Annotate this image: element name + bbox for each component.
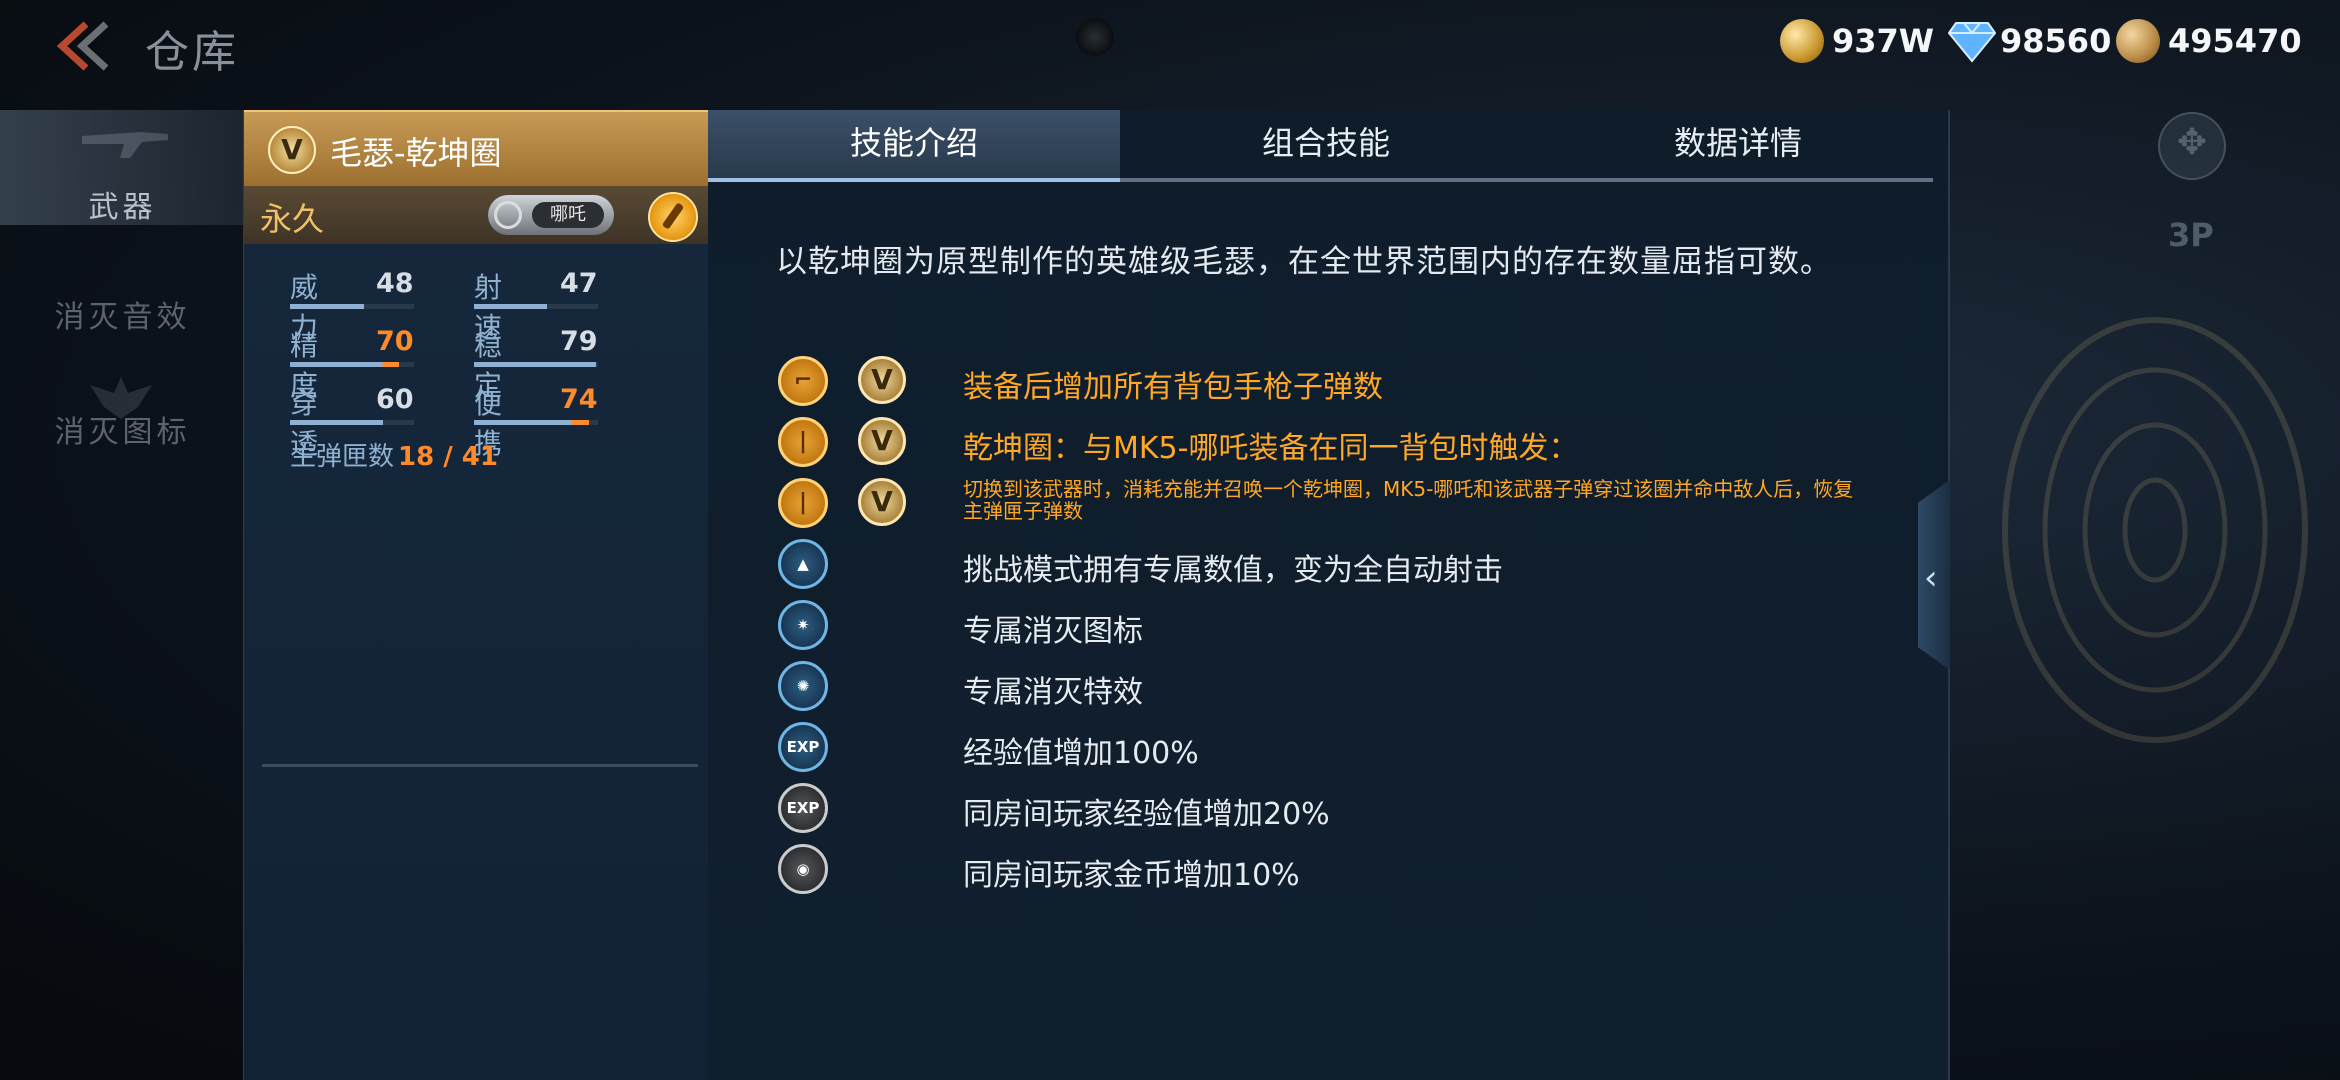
duration-bar: 永久 哪吒 bbox=[244, 186, 709, 244]
item-name: 毛瑟-乾坤圈 bbox=[330, 134, 502, 172]
top-bar: 仓库 937W 98560 495470 bbox=[0, 0, 2340, 90]
currency-gold[interactable]: 937W bbox=[1780, 18, 1934, 64]
nav-item-label: 消灭图标 bbox=[54, 415, 191, 450]
item-duration: 永久 bbox=[260, 200, 325, 238]
currency-gold-value: 937W bbox=[1832, 22, 1935, 60]
gear-icon bbox=[494, 201, 522, 229]
challenge-mode-icon: ▲ bbox=[778, 539, 828, 589]
gold-coin-icon bbox=[1780, 19, 1824, 63]
double-chevron-left-icon bbox=[56, 21, 109, 71]
stat-bar bbox=[290, 304, 414, 309]
currency-honor[interactable]: 495470 bbox=[2116, 18, 2302, 64]
item-name-bar: V 毛瑟-乾坤圈 bbox=[244, 110, 709, 188]
exp-icon: EXP bbox=[778, 722, 828, 772]
bullet-icon: | bbox=[778, 417, 828, 467]
ammo-value: 18 / 41 bbox=[398, 442, 498, 472]
stat-bar bbox=[290, 420, 414, 425]
skill-row: ✷ 专属消灭图标 bbox=[778, 598, 1928, 654]
diamond-icon bbox=[1947, 19, 1997, 63]
skill-detail-panel: 技能介绍 组合技能 数据详情 以乾坤圈为原型制作的英雄级毛瑟，在全世界范围内的存… bbox=[708, 110, 1950, 1080]
stat-bar bbox=[474, 420, 598, 425]
stat-value: 70 bbox=[376, 326, 414, 357]
partner-weapon-chip[interactable]: 哪吒 bbox=[488, 195, 614, 235]
skill-text: 专属消灭特效 bbox=[963, 675, 1143, 710]
ammo-label: 主弹匣数 bbox=[290, 442, 395, 472]
stat-value: 48 bbox=[376, 268, 414, 299]
skill-row: | V 乾坤圈：与MK5-哪吒装备在同一背包时触发： bbox=[778, 415, 1928, 471]
skill-row: EXP 经验值增加100% bbox=[778, 720, 1928, 776]
skill-row: ▲ 挑战模式拥有专属数值，变为全自动射击 bbox=[778, 537, 1928, 593]
tab-skill-intro[interactable]: 技能介绍 bbox=[708, 110, 1120, 182]
bullet-badge-icon[interactable] bbox=[648, 192, 698, 242]
currency-diamond-value: 98560 bbox=[2000, 22, 2112, 60]
room-gold-icon: ◉ bbox=[778, 844, 828, 894]
skill-text: 同房间玩家经验值增加20% bbox=[963, 797, 1330, 832]
honor-token-icon bbox=[2116, 19, 2160, 63]
v-rank-badge: V bbox=[858, 356, 906, 404]
stat-value: 60 bbox=[376, 384, 414, 415]
tab-bar: 技能介绍 组合技能 数据详情 bbox=[708, 110, 1933, 182]
stat-bar bbox=[474, 304, 598, 309]
collapse-panel-handle[interactable]: ‹ bbox=[1918, 480, 1950, 670]
stat-value: 47 bbox=[560, 268, 598, 299]
nav-item-kill-sound[interactable]: 消灭音效 bbox=[0, 240, 245, 355]
page-title: 仓库 bbox=[145, 27, 239, 78]
skill-row: ⌐ V 装备后增加所有背包手枪子弹数 bbox=[778, 354, 1928, 410]
nav-item-label: 武器 bbox=[88, 190, 157, 225]
nav-item-weapons[interactable]: 武器 bbox=[0, 110, 245, 225]
v-rank-badge: V bbox=[858, 417, 906, 465]
currency-diamond[interactable]: 98560 bbox=[1947, 18, 2112, 64]
tab-combo-skills[interactable]: 组合技能 bbox=[1120, 110, 1532, 178]
stat-value: 74 bbox=[560, 384, 598, 415]
back-button[interactable] bbox=[52, 18, 116, 74]
skill-text: 同房间玩家金币增加10% bbox=[963, 858, 1300, 893]
kill-icon-icon: ✷ bbox=[778, 600, 828, 650]
skill-text: 装备后增加所有背包手枪子弹数 bbox=[963, 370, 1383, 405]
rifle-icon bbox=[82, 132, 168, 158]
chevron-left-icon: ‹ bbox=[1924, 558, 1938, 598]
ammo-info: 主弹匣数 18 / 41 bbox=[290, 436, 498, 473]
nav-item-label: 消灭音效 bbox=[54, 300, 191, 335]
room-exp-icon: EXP bbox=[778, 783, 828, 833]
view-mode-toggle[interactable]: 3P bbox=[2168, 216, 2214, 254]
shooting-target-background bbox=[2002, 317, 2308, 743]
rotate-view-button[interactable] bbox=[2158, 112, 2226, 180]
stat-bar bbox=[474, 362, 598, 367]
skill-text: 乾坤圈：与MK5-哪吒装备在同一背包时触发： bbox=[963, 431, 1579, 466]
nav-item-kill-icon[interactable]: 消灭图标 bbox=[0, 355, 245, 470]
skill-row: | V 切换到该武器时，消耗充能并召唤一个乾坤圈，MK5-哪吒和该武器子弹穿过该… bbox=[778, 476, 1928, 532]
tab-data-details[interactable]: 数据详情 bbox=[1532, 110, 1944, 178]
skill-text: 挑战模式拥有专属数值，变为全自动射击 bbox=[963, 553, 1503, 588]
skill-text: 专属消灭图标 bbox=[963, 614, 1143, 649]
v-rank-badge: V bbox=[268, 126, 316, 174]
pistol-icon: ⌐ bbox=[778, 356, 828, 406]
weapon-description: 以乾坤圈为原型制作的英雄级毛瑟，在全世界范围内的存在数量屈指可数。 bbox=[776, 244, 1832, 280]
stat-bar bbox=[290, 362, 414, 367]
kill-effect-icon: ✺ bbox=[778, 661, 828, 711]
divider bbox=[262, 764, 698, 767]
partner-weapon-label: 哪吒 bbox=[532, 202, 604, 228]
item-info-panel: V 毛瑟-乾坤圈 永久 哪吒 威力 48 射速 47 精度 70 稳定 79 穿… bbox=[243, 110, 709, 1080]
skill-row: ◉ 同房间玩家金币增加10% bbox=[778, 842, 1928, 898]
stat-value: 79 bbox=[560, 326, 598, 357]
bullet-icon: | bbox=[778, 478, 828, 528]
skill-row: ✺ 专属消灭特效 bbox=[778, 659, 1928, 715]
currency-honor-value: 495470 bbox=[2168, 22, 2302, 60]
camera-notch bbox=[1076, 18, 1114, 56]
v-rank-badge: V bbox=[858, 478, 906, 526]
skill-text: 经验值增加100% bbox=[963, 736, 1199, 771]
skill-row: EXP 同房间玩家经验值增加20% bbox=[778, 781, 1928, 837]
skill-text: 切换到该武器时，消耗充能并召唤一个乾坤圈，MK5-哪吒和该武器子弹穿过该圈并命中… bbox=[963, 477, 1854, 523]
